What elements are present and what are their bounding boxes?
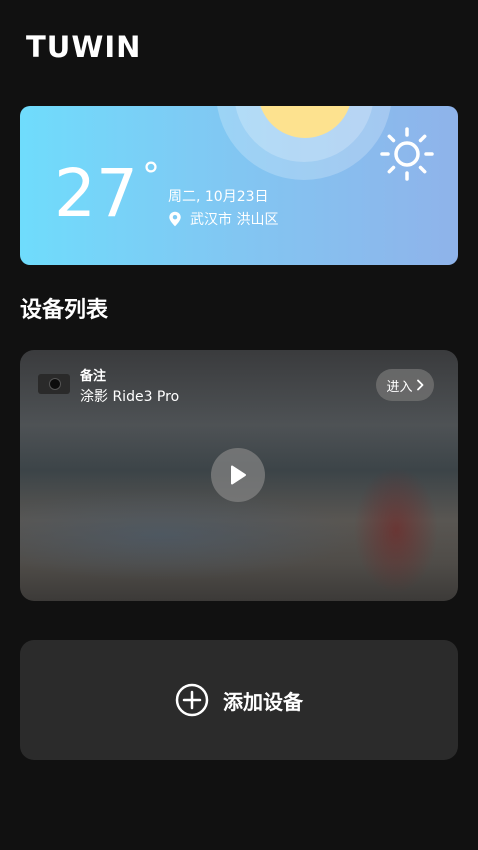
enter-button-label: 进入: [386, 379, 413, 395]
device-card[interactable]: 备注 涂影 Ride3 Pro 进入: [20, 350, 458, 601]
plus-circle-icon: [175, 683, 209, 717]
weather-card: 27 ° 周二, 10月23日 武汉市 洪山区: [20, 106, 458, 265]
play-button[interactable]: [211, 448, 265, 502]
weather-date: 周二, 10月23日: [168, 189, 269, 205]
enter-button[interactable]: 进入: [376, 369, 434, 401]
add-device-label: 添加设备: [223, 689, 303, 714]
add-device-button[interactable]: 添加设备: [20, 640, 458, 760]
play-icon: [231, 465, 246, 485]
chevron-right-icon: [416, 379, 423, 391]
device-name: 涂影 Ride3 Pro: [80, 389, 180, 405]
weather-location: 武汉市 洪山区: [168, 209, 278, 229]
sun-icon: [380, 127, 434, 181]
pin-icon: [169, 211, 181, 227]
section-title: 设备列表: [20, 298, 109, 323]
degree-symbol: °: [142, 156, 160, 197]
device-note: 备注: [80, 369, 107, 384]
app-logo: TUWIN: [26, 30, 142, 64]
location-label: 武汉市 洪山区: [190, 212, 279, 228]
temperature-value: 27: [54, 155, 138, 232]
dashcam-icon: [38, 374, 70, 394]
